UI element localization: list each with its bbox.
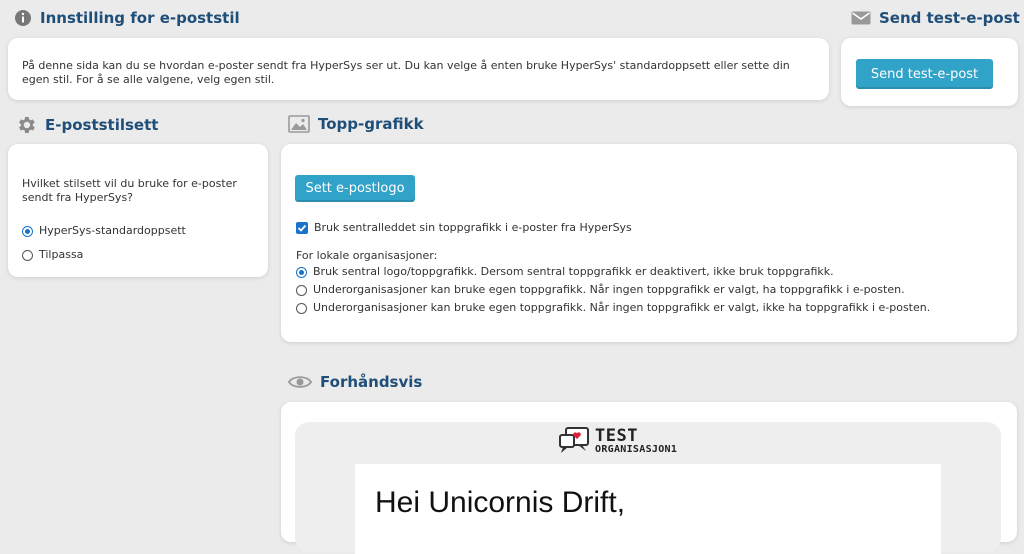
description-card: På denne sida kan du se hvordan e-poster… xyxy=(8,38,829,100)
preview-card: TEST ORGANISASJON1 Hei Unicornis Drift, xyxy=(281,402,1017,554)
central-graphic-checkbox[interactable] xyxy=(296,222,308,234)
page-title: Innstilling for e-poststil xyxy=(14,9,240,27)
eye-icon xyxy=(288,376,312,388)
style-option-custom[interactable]: Tilpassa xyxy=(22,248,83,262)
send-test-card: Send test-e-post xyxy=(841,38,1018,106)
envelope-icon xyxy=(851,11,871,25)
preview-title: Forhåndsvis xyxy=(288,373,422,391)
logo-text-top: TEST xyxy=(595,426,638,446)
send-test-email-button[interactable]: Send test-e-post xyxy=(856,59,993,89)
radio-local-central[interactable] xyxy=(296,266,307,278)
set-email-logo-button[interactable]: Sett e-postlogo xyxy=(295,175,415,202)
checkmark-icon xyxy=(297,224,307,232)
local-option-own-with[interactable]: Underorganisasjoner kan bruke egen toppg… xyxy=(296,283,905,297)
style-set-title: E-poststilsett xyxy=(15,114,158,136)
local-org-heading: For lokale organisasjoner: xyxy=(296,249,438,262)
central-graphic-checkbox-row[interactable]: Bruk sentralleddet sin toppgrafikk i e-p… xyxy=(296,221,632,235)
email-greeting: Hei Unicornis Drift, xyxy=(375,486,626,519)
radio-standard[interactable] xyxy=(22,225,33,237)
radio-custom[interactable] xyxy=(22,249,33,261)
chat-heart-icon xyxy=(559,427,589,453)
style-option-standard[interactable]: HyperSys-standardoppsett xyxy=(22,224,186,238)
image-icon xyxy=(288,115,310,133)
email-body: Hei Unicornis Drift, xyxy=(355,464,941,554)
local-option-central[interactable]: Bruk sentral logo/toppgrafikk. Dersom se… xyxy=(296,265,834,279)
email-preview-frame: TEST ORGANISASJON1 Hei Unicornis Drift, xyxy=(295,422,1001,554)
gear-icon xyxy=(19,117,35,133)
top-graphic-title: Topp-grafikk xyxy=(288,114,424,134)
logo-text-bottom: ORGANISASJON1 xyxy=(595,444,678,455)
local-option-own-without[interactable]: Underorganisasjoner kan bruke egen toppg… xyxy=(296,301,930,315)
page-description: På denne sida kan du se hvordan e-poster… xyxy=(22,59,790,86)
style-set-card: Hvilket stilsett vil du bruke for e-post… xyxy=(8,144,268,277)
style-set-question: Hvilket stilsett vil du bruke for e-post… xyxy=(22,177,237,204)
send-test-title: Send test-e-post xyxy=(851,9,1020,27)
radio-local-own-without[interactable] xyxy=(296,302,307,314)
org-logo: TEST ORGANISASJON1 xyxy=(558,426,677,458)
top-graphic-card: Sett e-postlogo Bruk sentralleddet sin t… xyxy=(281,144,1017,342)
info-icon xyxy=(15,10,31,26)
radio-local-own-with[interactable] xyxy=(296,284,307,296)
